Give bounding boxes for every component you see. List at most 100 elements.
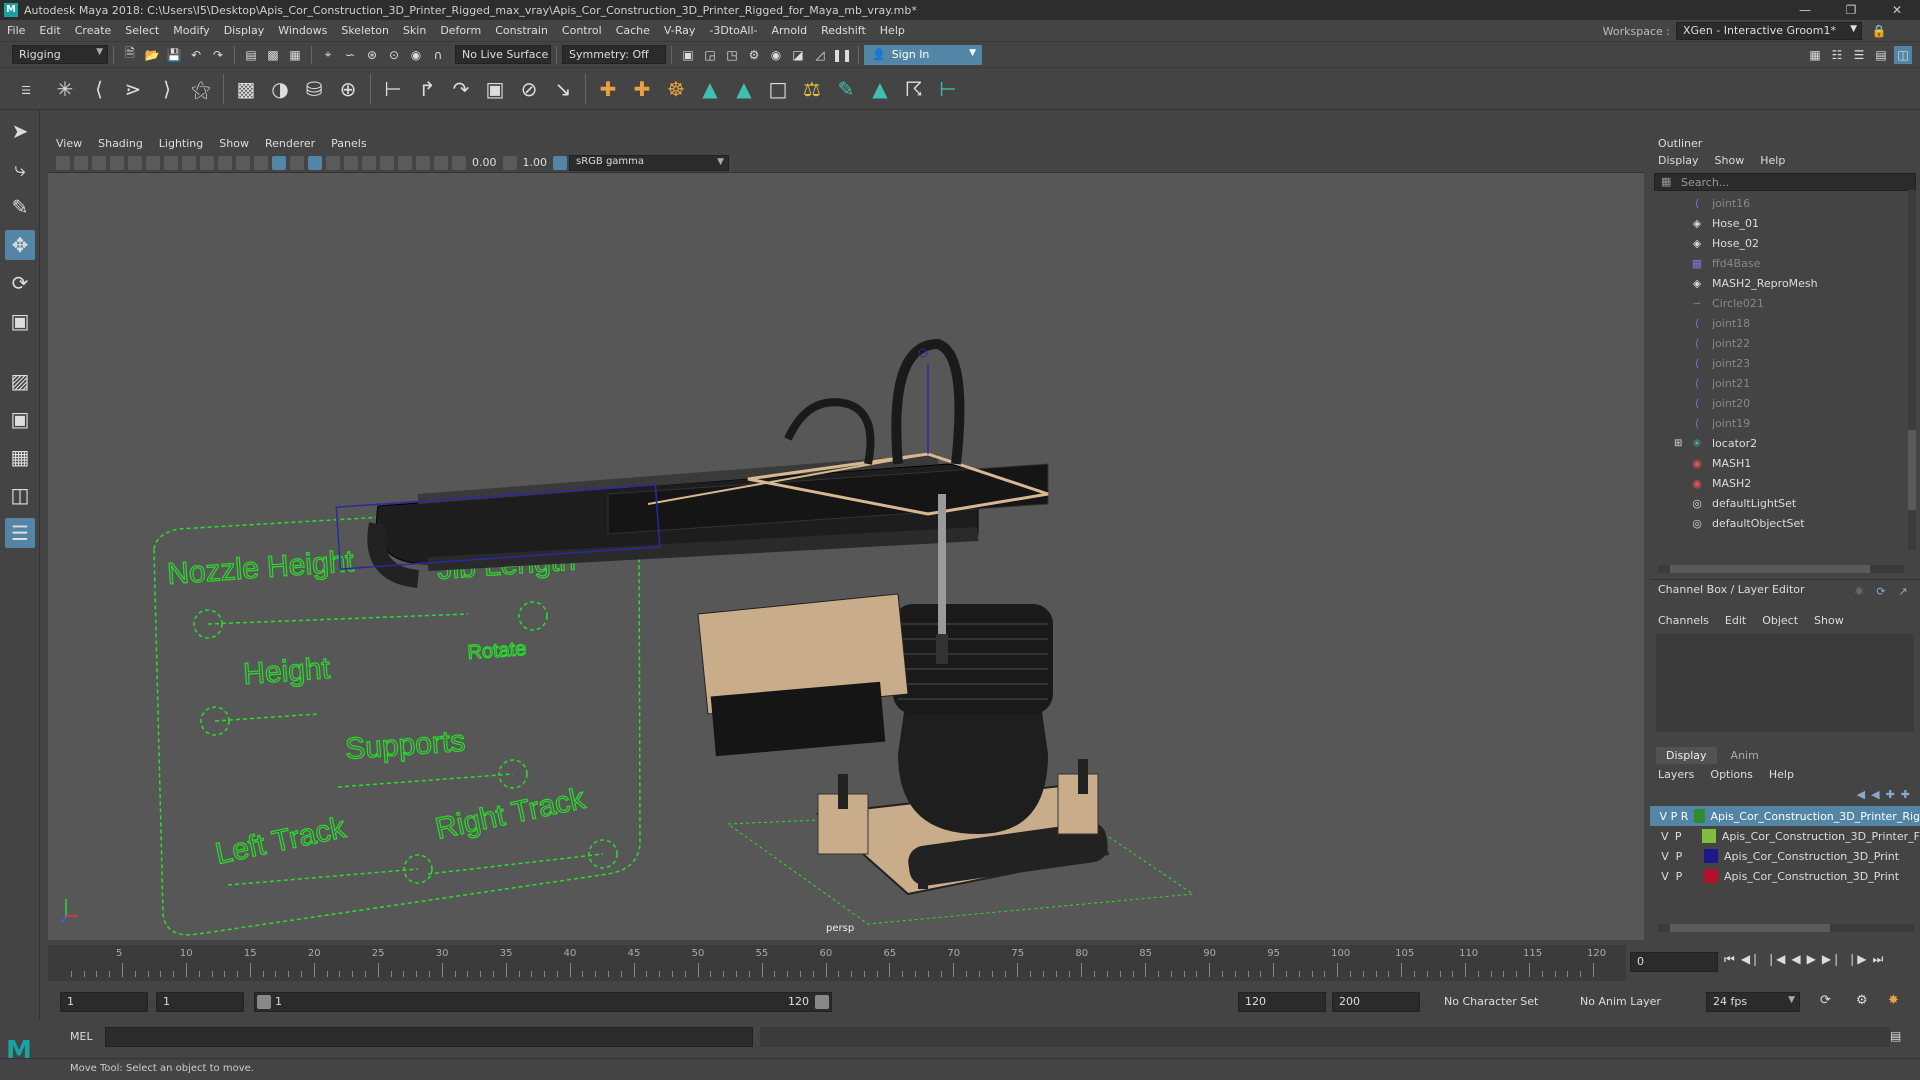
- vray-ipr-icon[interactable]: ◿: [811, 46, 829, 64]
- vp-menu-view[interactable]: View: [48, 137, 90, 150]
- refresh-icon[interactable]: ⟳: [1874, 584, 1888, 598]
- cluster-icon[interactable]: ⊕: [334, 75, 362, 103]
- mirror-joint-icon[interactable]: ⋗: [119, 75, 147, 103]
- menu-display[interactable]: Display: [217, 24, 272, 37]
- blend-shape-icon[interactable]: ⚖: [798, 75, 826, 103]
- image-plane-icon[interactable]: [110, 155, 124, 170]
- undo-icon[interactable]: ↶: [187, 46, 205, 64]
- wire-deformer-icon[interactable]: ✎: [832, 75, 860, 103]
- command-input[interactable]: [105, 1027, 753, 1047]
- save-scene-icon[interactable]: 💾: [165, 46, 183, 64]
- paint-weights-icon[interactable]: ◑: [266, 75, 294, 103]
- new-layer-selected-icon[interactable]: ✚: [1901, 788, 1910, 802]
- bind-skin-icon[interactable]: ▩: [232, 75, 260, 103]
- humanik-char-icon[interactable]: ▲: [730, 75, 758, 103]
- anim-layer-dropdown[interactable]: No Anim Layer: [1580, 995, 1661, 1008]
- minimize-icon[interactable]: —: [1782, 0, 1828, 20]
- menu-file[interactable]: File: [0, 24, 32, 37]
- hypershade-icon[interactable]: ◉: [767, 46, 785, 64]
- play-forward-icon[interactable]: ▶: [1807, 952, 1816, 967]
- layers-menu-layers[interactable]: Layers: [1658, 768, 1694, 782]
- gate-mask-icon[interactable]: [182, 155, 196, 170]
- step-forward-key-icon[interactable]: ❘▶: [1847, 952, 1866, 967]
- ik-spline-icon[interactable]: ⚝: [187, 75, 215, 103]
- go-to-end-icon[interactable]: ⏭: [1872, 952, 1883, 967]
- vray-render-icon[interactable]: ◪: [789, 46, 807, 64]
- layer-playback-toggle[interactable]: P: [1672, 870, 1686, 883]
- parent-constraint-icon[interactable]: ⊢: [379, 75, 407, 103]
- layer-visibility-toggle[interactable]: V: [1658, 830, 1671, 843]
- channel-box-body[interactable]: [1656, 634, 1914, 732]
- layer-visibility-toggle[interactable]: V: [1658, 870, 1672, 883]
- snap-point-icon[interactable]: ⊛: [363, 46, 381, 64]
- pole-vector-icon[interactable]: ↘: [549, 75, 577, 103]
- tab-anim[interactable]: Anim: [1721, 747, 1769, 764]
- lattice-icon[interactable]: ⛁: [300, 75, 328, 103]
- resolution-gate-icon[interactable]: [164, 155, 178, 170]
- grid-toggle-icon[interactable]: [128, 155, 142, 170]
- play-backward-icon[interactable]: ◀: [1791, 952, 1800, 967]
- snap-grid-icon[interactable]: ⌖: [319, 46, 337, 64]
- vp-menu-panels[interactable]: Panels: [323, 137, 374, 150]
- outliner-item[interactable]: ⟨ joint21: [1650, 373, 1920, 393]
- step-back-key-icon[interactable]: ◀❘: [1741, 952, 1760, 967]
- range-end-handle[interactable]: [815, 995, 829, 1009]
- script-editor-icon[interactable]: ▤: [1890, 1029, 1901, 1043]
- smooth-shade-icon[interactable]: [272, 155, 286, 170]
- animation-end-field[interactable]: 200: [1332, 992, 1420, 1012]
- outliner-item[interactable]: ∽ Circle021: [1650, 293, 1920, 313]
- expand-icon[interactable]: ⊞: [1674, 438, 1688, 449]
- vp-menu-lighting[interactable]: Lighting: [151, 137, 211, 150]
- tab-display[interactable]: Display: [1656, 747, 1717, 764]
- color-space-dropdown[interactable]: sRGB gamma ▼: [569, 154, 729, 171]
- lasso-tool-icon[interactable]: ⤷: [5, 154, 35, 184]
- menu-3dtoall[interactable]: -3DtoAll-: [702, 24, 764, 37]
- select-hierarchy-icon[interactable]: ▤: [242, 46, 260, 64]
- ik-handle-icon[interactable]: ⟩: [153, 75, 181, 103]
- animation-start-field[interactable]: 1: [60, 992, 148, 1012]
- layer-color-swatch[interactable]: [1704, 869, 1718, 883]
- redo-icon[interactable]: ↷: [209, 46, 227, 64]
- select-tool-icon[interactable]: ➤: [5, 116, 35, 146]
- wireframe-icon[interactable]: [254, 155, 268, 170]
- menu-deform[interactable]: Deform: [433, 24, 488, 37]
- layer-playback-toggle[interactable]: P: [1669, 810, 1680, 823]
- attach-icon[interactable]: ⊢: [934, 75, 962, 103]
- outliner-item[interactable]: ◈ Hose_01: [1650, 213, 1920, 233]
- isolate-select-icon[interactable]: [416, 155, 430, 170]
- layer-color-swatch[interactable]: [1693, 809, 1705, 823]
- outliner-item[interactable]: ⊞ ✳ locator2: [1650, 433, 1920, 453]
- layers-menu-help[interactable]: Help: [1769, 768, 1794, 782]
- paint-select-tool-icon[interactable]: ✎: [5, 192, 35, 222]
- vp-menu-show[interactable]: Show: [211, 137, 257, 150]
- four-pane-icon[interactable]: ▦: [5, 442, 35, 472]
- xray-icon[interactable]: [398, 155, 412, 170]
- motion-blur-icon[interactable]: [362, 155, 376, 170]
- modeling-toolkit-icon[interactable]: ▦: [1806, 46, 1824, 64]
- snap-view-icon[interactable]: ⊙: [385, 46, 403, 64]
- render-frame-icon[interactable]: ◲: [701, 46, 719, 64]
- snap-surface-icon[interactable]: ◉: [407, 46, 425, 64]
- point-constraint-icon[interactable]: ↱: [413, 75, 441, 103]
- field-chart-icon[interactable]: [200, 155, 214, 170]
- current-frame-field[interactable]: 0: [1630, 952, 1718, 972]
- menu-vray[interactable]: V-Ray: [657, 24, 703, 37]
- show-manipulator-icon[interactable]: ▨: [5, 366, 35, 396]
- range-slider[interactable]: 1 120: [254, 992, 832, 1012]
- cb-menu-show[interactable]: Show: [1814, 614, 1844, 628]
- attribute-editor-icon[interactable]: ☰: [1850, 46, 1868, 64]
- menu-select[interactable]: Select: [118, 24, 166, 37]
- pause-icon[interactable]: ❚❚: [832, 46, 852, 64]
- scale-constraint-icon[interactable]: ▣: [481, 75, 509, 103]
- mel-label[interactable]: MEL: [70, 1030, 93, 1043]
- insert-joint-icon[interactable]: ⟨: [85, 75, 113, 103]
- textured-icon[interactable]: [290, 155, 304, 170]
- layer-reference-toggle[interactable]: R: [1679, 810, 1690, 823]
- layer-color-swatch[interactable]: [1702, 829, 1716, 843]
- outliner-item[interactable]: ⟨ joint19: [1650, 413, 1920, 433]
- outliner-item[interactable]: ◉ MASH2: [1650, 473, 1920, 493]
- menu-modify[interactable]: Modify: [166, 24, 216, 37]
- outliner-item[interactable]: ◈ MASH2_ReproMesh: [1650, 273, 1920, 293]
- menu-windows[interactable]: Windows: [271, 24, 334, 37]
- time-slider[interactable]: 5 10 15 20 25 30 35 40 45 50 55 60 65 70 75 80 85 90 95 100…: [48, 945, 1626, 981]
